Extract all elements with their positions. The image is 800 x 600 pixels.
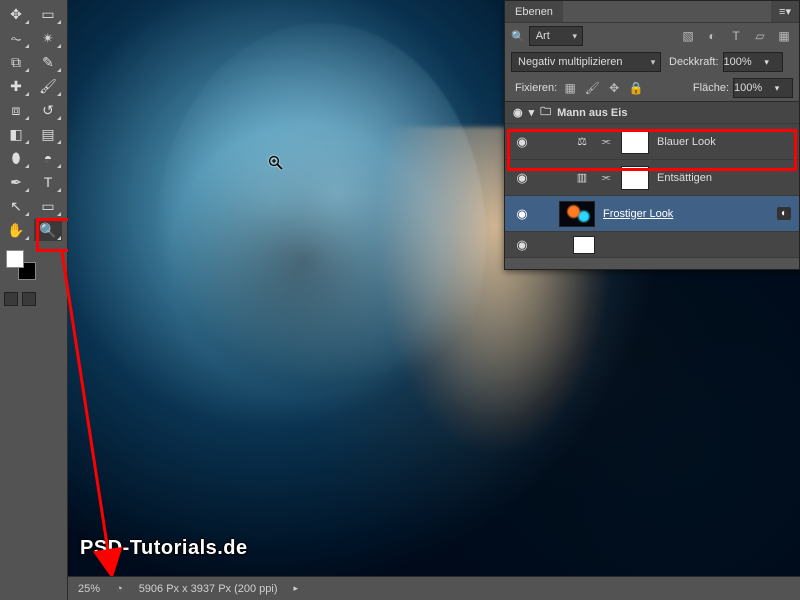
layer-row-frostiger-look[interactable]: ◉ Frostiger Look ◐ xyxy=(505,196,799,232)
filter-shape-icon[interactable]: ▱ xyxy=(751,27,769,45)
tool-marquee[interactable]: ▭ xyxy=(34,3,62,25)
tool-zoom[interactable]: 🔍 xyxy=(34,219,62,241)
tool-dodge[interactable]: ◓ xyxy=(34,147,62,169)
lock-label: Fixieren: xyxy=(515,82,557,94)
visibility-toggle[interactable]: ◉ xyxy=(513,106,523,119)
mask-link-icon[interactable]: ⫘ xyxy=(599,136,613,147)
filter-type-layer-icon[interactable]: T xyxy=(727,27,745,45)
tool-hand[interactable]: ✋ xyxy=(2,219,30,241)
tool-move[interactable]: ✥ xyxy=(2,3,30,25)
tool-path[interactable]: ↖ xyxy=(2,195,30,217)
layer-group-header[interactable]: ◉ ▾ 🗀 Mann aus Eis xyxy=(505,102,799,124)
opacity-label: Deckkraft: xyxy=(669,56,719,68)
filter-pixel-icon[interactable]: ▧ xyxy=(679,27,697,45)
document-info: 5906 Px x 3937 Px (200 ppi) xyxy=(139,583,278,595)
folder-icon: 🗀 xyxy=(540,103,551,122)
panel-tab-layers[interactable]: Ebenen xyxy=(505,1,563,22)
zoom-level[interactable]: 25% xyxy=(78,583,100,595)
layer-row-hidden[interactable]: ◉ xyxy=(505,232,799,258)
tool-pen[interactable]: ✒ xyxy=(2,171,30,193)
layer-mask-thumbnail[interactable] xyxy=(573,236,595,254)
layer-name[interactable]: Frostiger Look xyxy=(603,208,769,220)
foreground-color-swatch[interactable] xyxy=(6,250,24,268)
layer-mask-thumbnail[interactable] xyxy=(621,166,649,190)
tools-panel: ✥▭⏦✴⧉✎✚🖌⧈↺◧▤⬮◓✒T↖▭✋🔍 xyxy=(0,0,68,600)
tool-eyedrop[interactable]: ✎ xyxy=(34,51,62,73)
tool-gradient[interactable]: ▤ xyxy=(34,123,62,145)
visibility-toggle[interactable]: ◉ xyxy=(513,170,531,186)
layer-name[interactable]: Blauer Look xyxy=(657,136,791,148)
group-name: Mann aus Eis xyxy=(557,107,627,119)
tool-lasso[interactable]: ⏦ xyxy=(2,27,30,49)
tool-heal[interactable]: ✚ xyxy=(2,75,30,97)
layer-thumbnail[interactable] xyxy=(559,201,595,227)
status-flyout-icon[interactable]: ▸ xyxy=(294,583,299,594)
fill-input[interactable]: 100% ▾ xyxy=(733,78,793,98)
layer-mask-thumbnail[interactable] xyxy=(621,130,649,154)
watermark: PSD-Tutorials.de xyxy=(80,537,248,560)
tool-wand[interactable]: ✴ xyxy=(34,27,62,49)
visibility-toggle[interactable]: ◉ xyxy=(513,237,531,253)
tool-crop[interactable]: ⧉ xyxy=(2,51,30,73)
layer-row-blauer-look[interactable]: ◉ ⚖ ⫘ Blauer Look xyxy=(505,124,799,160)
screenmode-toggle[interactable] xyxy=(22,292,36,306)
tool-brush[interactable]: 🖌 xyxy=(34,75,62,97)
panel-menu-icon[interactable]: ≡▾ xyxy=(771,1,799,22)
zoom-cursor-icon xyxy=(268,155,284,171)
fill-label: Fläche: xyxy=(693,82,729,94)
layer-name[interactable]: Entsättigen xyxy=(657,172,791,184)
adjustment-hue-sat-icon: ▥ xyxy=(573,169,591,187)
quickmask-toggle[interactable] xyxy=(4,292,18,306)
filter-type-select[interactable]: Art ▾ xyxy=(529,26,583,46)
layer-list: ◉ ▾ 🗀 Mann aus Eis ◉ ⚖ ⫘ Blauer Look ◉ ▥… xyxy=(505,101,799,258)
visibility-toggle[interactable]: ◉ xyxy=(513,206,531,222)
layer-row-entsattigen[interactable]: ◉ ▥ ⫘ Entsättigen xyxy=(505,160,799,196)
opacity-input[interactable]: 100% ▾ xyxy=(723,52,783,72)
status-icon: ◔ xyxy=(116,583,123,595)
tool-type[interactable]: T xyxy=(34,171,62,193)
tool-blur[interactable]: ⬮ xyxy=(2,147,30,169)
tool-stamp[interactable]: ⧈ xyxy=(2,99,30,121)
blend-mode-select[interactable]: Negativ multiplizieren ▾ xyxy=(511,52,661,72)
filter-smart-icon[interactable]: ▦ xyxy=(775,27,793,45)
mask-link-icon[interactable]: ⫘ xyxy=(599,172,613,183)
status-bar: 25% ◔ 5906 Px x 3937 Px (200 ppi) ▸ xyxy=(68,576,800,600)
layers-panel: Ebenen ≡▾ 🔍 Art ▾ ▧ ◐ T ▱ ▦ Negativ mult… xyxy=(504,0,800,270)
tool-shape[interactable]: ▭ xyxy=(34,195,62,217)
smart-filter-indicator-icon[interactable]: ◐ xyxy=(777,207,791,220)
visibility-toggle[interactable]: ◉ xyxy=(513,134,531,150)
tool-eraser[interactable]: ◧ xyxy=(2,123,30,145)
adjustment-color-balance-icon: ⚖ xyxy=(573,133,591,151)
lock-pixels-icon[interactable]: 🖌 xyxy=(583,79,601,97)
color-swatches[interactable] xyxy=(6,250,36,280)
lock-all-icon[interactable]: 🔒 xyxy=(627,79,645,97)
filter-type-icon[interactable]: 🔍 xyxy=(511,30,525,43)
filter-adjust-icon[interactable]: ◐ xyxy=(703,27,721,45)
disclosure-icon[interactable]: ▾ xyxy=(529,106,535,119)
tool-history[interactable]: ↺ xyxy=(34,99,62,121)
lock-position-icon[interactable]: ✥ xyxy=(605,79,623,97)
lock-transparency-icon[interactable]: ▦ xyxy=(561,79,579,97)
